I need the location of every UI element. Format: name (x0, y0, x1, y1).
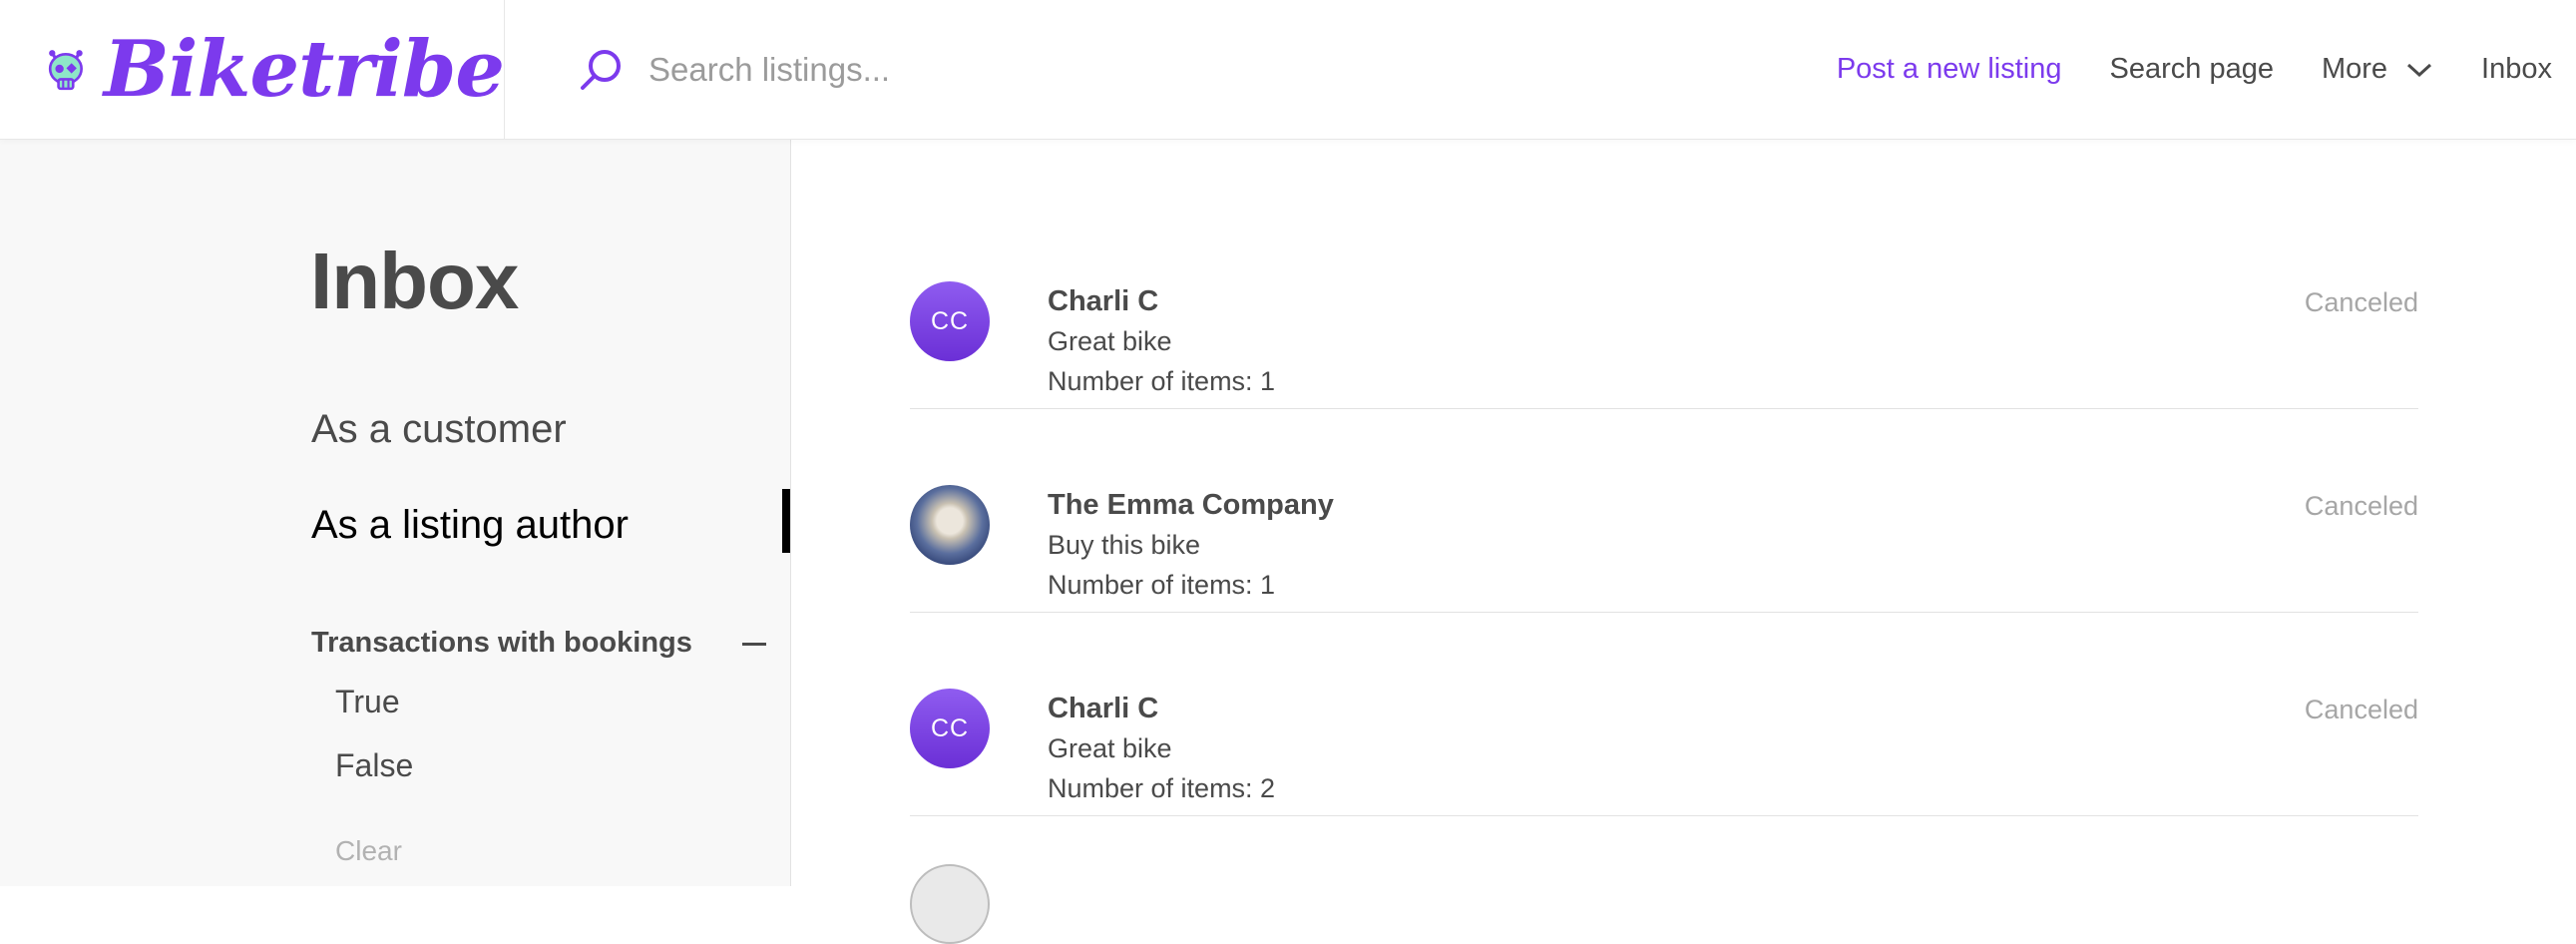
transaction-details: The Emma Company Buy this bike Number of… (1048, 485, 1334, 605)
customer-name: Charli C (1048, 693, 1159, 724)
customer-name: Charli C (1048, 285, 1159, 317)
chevron-down-icon (2407, 63, 2432, 77)
search-input[interactable] (648, 50, 1347, 89)
collapse-filter-icon[interactable] (742, 643, 766, 646)
item-count: Number of items: 1 (1048, 366, 1276, 396)
listing-title: Buy this bike (1048, 530, 1201, 560)
brand-name: Biketribe (103, 23, 505, 115)
inbox-link[interactable]: Inbox (2481, 53, 2552, 86)
filter-option-false[interactable]: False (335, 747, 413, 784)
transaction-row[interactable]: The Emma Company Buy this bike Number of… (910, 409, 2418, 613)
search-page-link[interactable]: Search page (2110, 53, 2274, 86)
more-menu-button[interactable]: More (2322, 53, 2433, 86)
transaction-list: CC Charli C Great bike Number of items: … (910, 140, 2418, 944)
transaction-details: Charli C Great bike Number of items: 2 (1048, 689, 1275, 808)
customer-name: The Emma Company (1048, 489, 1334, 521)
avatar (910, 864, 990, 944)
transaction-row-partial[interactable] (910, 816, 2418, 944)
tab-as-listing-author[interactable]: As a listing author (311, 505, 629, 545)
avatar (910, 485, 990, 565)
post-new-listing-link[interactable]: Post a new listing (1837, 53, 2062, 86)
transaction-details: Charli C Great bike Number of items: 1 (1048, 281, 1275, 401)
listing-title: Great bike (1048, 733, 1172, 763)
item-count: Number of items: 1 (1048, 570, 1276, 600)
filter-clear-button[interactable]: Clear (335, 835, 402, 867)
item-count: Number of items: 2 (1048, 773, 1276, 803)
status-badge: Canceled (2304, 695, 2418, 724)
main-nav: Post a new listing Search page More Inbo… (1837, 0, 2576, 140)
brand-logo-link[interactable]: Biketribe (0, 0, 505, 140)
top-bar: Biketribe Post a new listing Search page… (0, 0, 2576, 140)
transaction-row[interactable]: CC Charli C Great bike Number of items: … (910, 613, 2418, 816)
status-badge: Canceled (2304, 491, 2418, 521)
listing-title: Great bike (1048, 326, 1172, 356)
avatar: CC (910, 281, 990, 361)
search-bar (505, 0, 1837, 140)
status-badge: Canceled (2304, 287, 2418, 317)
search-icon (581, 49, 621, 90)
skull-logo-icon (48, 49, 83, 90)
more-menu-label: More (2321, 53, 2388, 85)
inbox-sidebar: Inbox As a customer As a listing author … (0, 140, 791, 886)
filter-option-true[interactable]: True (335, 684, 400, 720)
page-title: Inbox (310, 236, 519, 325)
tab-as-customer[interactable]: As a customer (311, 409, 567, 449)
transaction-row[interactable]: CC Charli C Great bike Number of items: … (910, 206, 2418, 409)
avatar: CC (910, 689, 990, 768)
bookings-filter-heading[interactable]: Transactions with bookings (311, 627, 692, 660)
selected-tab-indicator (782, 489, 790, 553)
